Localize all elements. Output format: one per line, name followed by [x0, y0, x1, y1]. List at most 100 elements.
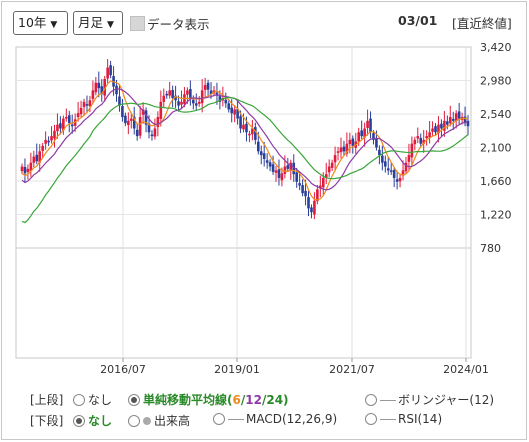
candle-body: [94, 82, 98, 93]
candle-body: [109, 65, 112, 76]
candle-body: [381, 155, 384, 163]
y-tick-label: 1,220: [480, 209, 512, 222]
candle-body: [307, 197, 310, 209]
candle-body: [248, 133, 251, 136]
x-axis: 2016/07 2019/01 2021/07 2024/01: [100, 363, 489, 376]
candle-body: [26, 168, 30, 173]
y-tick-label: 2,540: [480, 108, 512, 121]
candle-body: [254, 127, 257, 140]
candle-body: [280, 173, 284, 181]
candle-body: [357, 132, 361, 142]
candle-body: [59, 123, 62, 129]
lower-none-label: なし: [88, 414, 113, 428]
candle-body: [286, 165, 290, 169]
lower-none-option[interactable]: なし: [73, 412, 112, 429]
candle-body: [369, 118, 372, 133]
upper-bollinger-option[interactable]: ボリンジャー(12): [365, 391, 494, 408]
candle-body: [206, 82, 210, 90]
candle-body: [262, 153, 266, 159]
candle-body: [256, 141, 260, 152]
candle-body: [135, 129, 139, 137]
candle-body: [333, 155, 337, 163]
price-chart: 3,420 2,980 2,540 2,100 1,660 1,220 780 2016/0…: [15, 41, 512, 376]
candle-body: [197, 101, 201, 104]
candle-body: [304, 190, 307, 197]
candle-body: [56, 124, 59, 132]
candle-body: [268, 162, 272, 167]
candle-body: [375, 138, 378, 148]
candle-body: [392, 170, 396, 178]
candle-body: [407, 155, 411, 162]
candle-body: [159, 101, 163, 119]
macd-label: MACD(12,26,9): [246, 412, 338, 426]
candle-body: [339, 147, 343, 153]
candle-body: [35, 154, 39, 162]
line-icon: [228, 419, 244, 420]
candle-body: [431, 128, 434, 132]
x-tick-label: 2019/01: [214, 363, 260, 376]
candle-body: [410, 143, 414, 158]
radio-selected-icon: [128, 394, 140, 406]
candle-body: [416, 136, 420, 139]
candle-body: [230, 107, 234, 114]
radio-icon: [73, 394, 85, 406]
candle-body: [138, 117, 142, 136]
line-icon: [380, 400, 396, 401]
candle-body: [448, 117, 452, 124]
candle-body: [82, 101, 86, 107]
candle-body: [227, 103, 231, 110]
candle-body: [434, 126, 437, 133]
candle-body: [67, 115, 71, 124]
candle-body: [242, 124, 245, 130]
sma-12-label: 12: [245, 393, 262, 407]
candle-body: [271, 164, 275, 172]
candle-body: [398, 177, 402, 182]
candle-body: [124, 115, 127, 124]
lower-volume-option[interactable]: 出来高: [128, 412, 190, 429]
candle-body: [127, 120, 130, 125]
candle-body: [440, 123, 443, 129]
radio-icon: [365, 413, 377, 425]
dot-icon: [143, 417, 151, 425]
line-icon: [380, 419, 396, 420]
candle-body: [194, 103, 198, 106]
sma-24-label: 24: [266, 393, 284, 407]
candle-body: [88, 100, 92, 107]
candle-body: [301, 185, 304, 194]
candle-body: [70, 124, 74, 127]
y-tick-label: 1,660: [480, 175, 512, 188]
candle-body: [192, 99, 195, 104]
candle-body: [121, 106, 124, 118]
candle-body: [171, 89, 174, 99]
candle-body: [348, 139, 352, 145]
candle-body: [386, 168, 390, 171]
candle-body: [425, 136, 428, 139]
y-tick-label: 780: [480, 242, 501, 255]
candle-body: [180, 101, 183, 105]
grid: [15, 46, 472, 362]
candle-body: [177, 101, 180, 106]
upper-sma-option[interactable]: 単純移動平均線(6/12/24): [128, 391, 289, 408]
candle-body: [47, 140, 50, 143]
radio-selected-icon: [73, 415, 85, 427]
candle-body: [106, 67, 109, 79]
candle-body: [50, 136, 53, 141]
candle-body: [153, 128, 157, 137]
candle-body: [97, 82, 101, 89]
candle-body: [383, 161, 387, 167]
candle-body: [313, 200, 316, 215]
sma-6-label: 6: [232, 393, 241, 407]
candle-body: [20, 166, 24, 172]
candle-body: [395, 179, 399, 182]
lower-macd-option[interactable]: MACD(12,26,9): [213, 412, 337, 426]
candle-body: [413, 139, 417, 145]
candle-body: [330, 162, 334, 168]
upper-none-option[interactable]: なし: [73, 391, 112, 408]
candle-body: [239, 116, 242, 129]
candle-body: [23, 166, 27, 174]
lower-rsi-option[interactable]: RSI(14): [365, 412, 442, 426]
candle-body: [451, 118, 455, 121]
candle-body: [200, 90, 204, 104]
candle-body: [162, 95, 166, 102]
x-tick-label: 2016/07: [100, 363, 146, 376]
